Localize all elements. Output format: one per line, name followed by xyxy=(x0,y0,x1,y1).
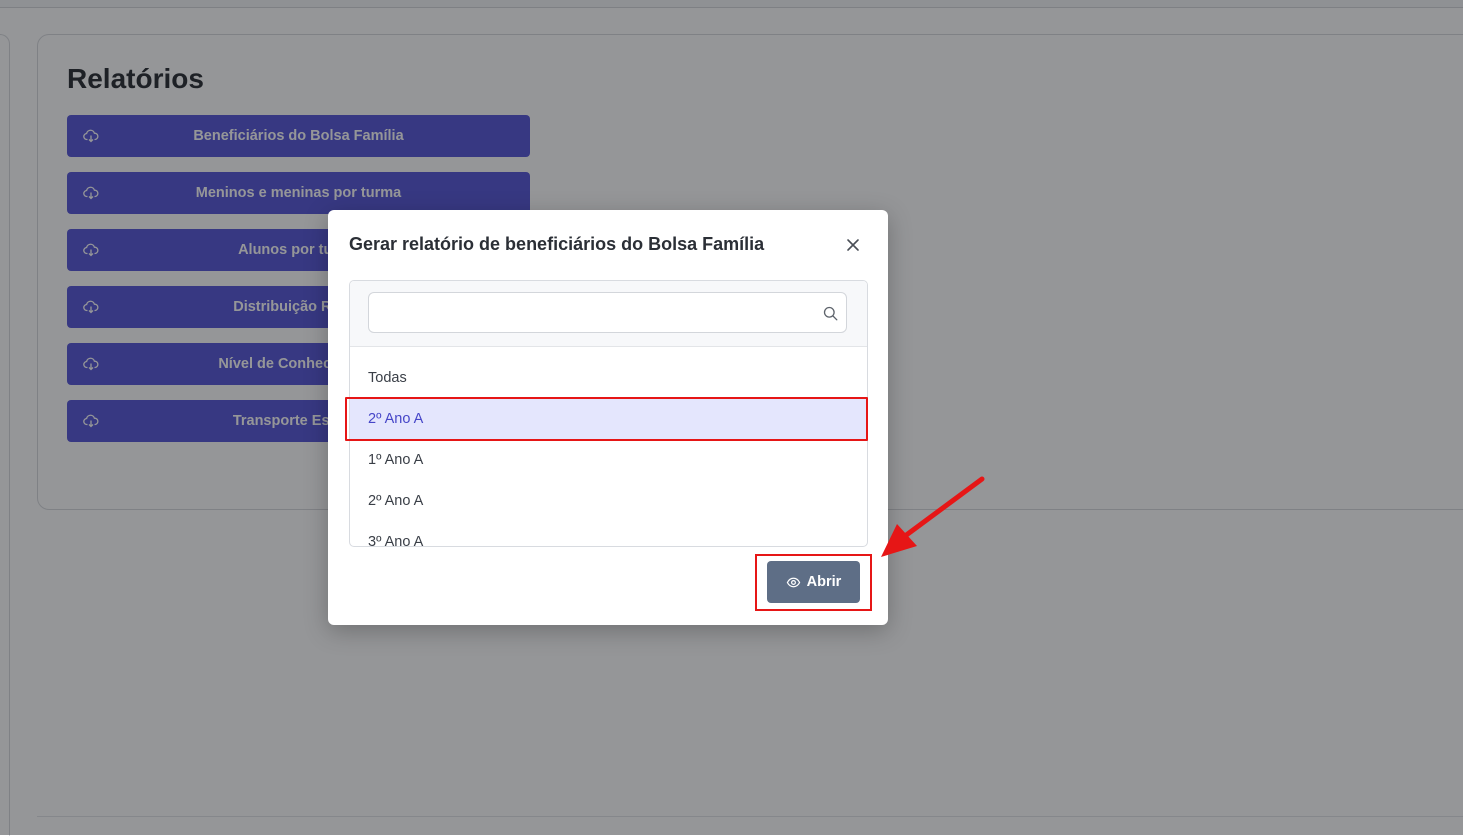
highlight-box-selected-option xyxy=(345,397,868,441)
search-field[interactable] xyxy=(368,292,847,333)
close-icon[interactable] xyxy=(842,234,864,256)
option-2-ano-a[interactable]: 2º Ano A xyxy=(350,480,867,521)
option-1-ano-a[interactable]: 1º Ano A xyxy=(350,439,867,480)
highlight-box-open-button xyxy=(755,554,872,611)
modal-title: Gerar relatório de beneficiários do Bols… xyxy=(349,234,765,254)
option-todas[interactable]: Todas xyxy=(350,357,867,398)
search-input[interactable] xyxy=(379,301,813,325)
red-arrow-annotation xyxy=(881,476,985,557)
search-icon xyxy=(823,306,838,321)
option-3-ano-a[interactable]: 3º Ano A xyxy=(350,521,867,547)
listbox-search-header xyxy=(350,281,867,347)
